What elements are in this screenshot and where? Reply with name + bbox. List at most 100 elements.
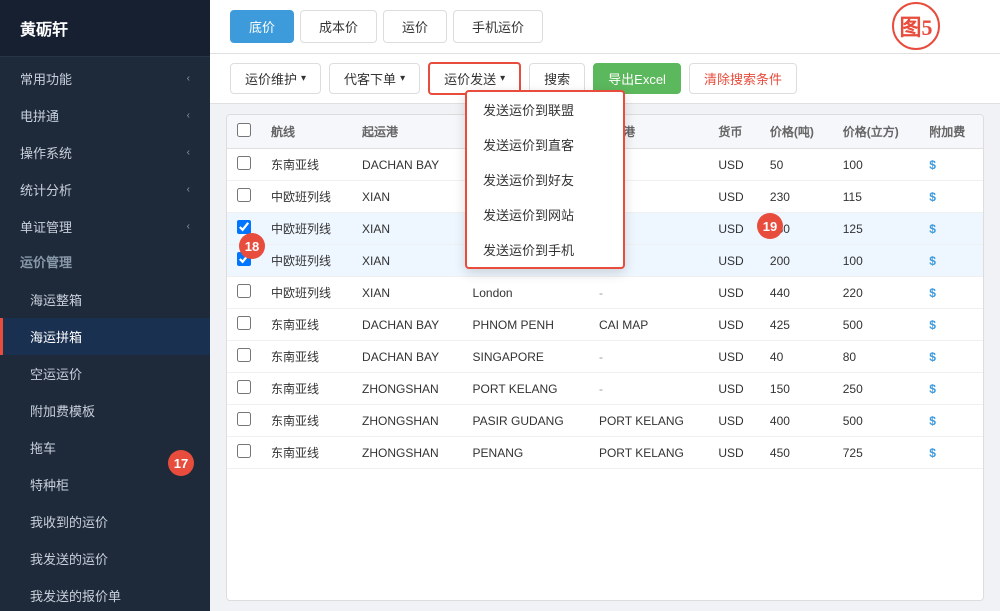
row-checkbox-cell[interactable] [227, 149, 261, 181]
row-checkbox[interactable] [237, 412, 251, 426]
dropdown-arrow-icon: ▾ [301, 73, 306, 84]
row-price-ton: 150 [760, 373, 833, 405]
row-origin: XIAN [352, 213, 463, 245]
row-checkbox-cell[interactable] [227, 437, 261, 469]
col-origin: 起运港 [352, 115, 463, 149]
col-surcharge: 附加费 [919, 115, 983, 149]
row-checkbox[interactable] [237, 220, 251, 234]
row-price-cbm: 80 [833, 341, 919, 373]
row-checkbox-cell[interactable] [227, 341, 261, 373]
row-currency: USD [708, 437, 760, 469]
tab-base[interactable]: 底价 [230, 10, 294, 43]
sidebar-item-air[interactable]: 空运运价 [0, 355, 210, 392]
row-price-cbm: 100 [833, 149, 919, 181]
row-currency: USD [708, 405, 760, 437]
row-checkbox[interactable] [237, 316, 251, 330]
row-checkbox[interactable] [237, 348, 251, 362]
row-origin: DACHAN BAY [352, 149, 463, 181]
dropdown-item-website[interactable]: 发送运价到网站 [467, 197, 623, 232]
maintenance-button[interactable]: 运价维护 ▾ [230, 63, 321, 94]
sidebar-section-freight: 运价管理 [0, 242, 210, 281]
sidebar: 黄砺轩 常用功能 ‹ 电拼通 ‹ 操作系统 ‹ 统计分析 ‹ 单证管理 ‹ 运价… [0, 0, 210, 611]
row-checkbox[interactable] [237, 284, 251, 298]
row-transit: PORT KELANG [589, 437, 708, 469]
row-checkbox[interactable] [237, 380, 251, 394]
sidebar-item-surcharge[interactable]: 附加费模板 [0, 392, 210, 429]
dropdown-arrow-icon: ▾ [500, 73, 505, 84]
row-price-cbm: 125 [833, 213, 919, 245]
sidebar-item-sent[interactable]: 我发送的运价 [0, 540, 210, 577]
row-price-ton: 450 [760, 437, 833, 469]
row-checkbox[interactable] [237, 188, 251, 202]
annotation-bubble-17: 17 [168, 450, 194, 476]
row-price-ton: 50 [760, 149, 833, 181]
sidebar-section-common[interactable]: 常用功能 ‹ [0, 57, 210, 94]
select-all-checkbox[interactable] [237, 123, 251, 137]
row-currency: USD [708, 373, 760, 405]
annotation-bubble-18: 18 [239, 233, 265, 259]
row-transit: - [589, 277, 708, 309]
row-price-ton: 425 [760, 309, 833, 341]
sidebar-section-docs[interactable]: 单证管理 ‹ [0, 205, 210, 242]
col-price-cbm: 价格(立方) [833, 115, 919, 149]
sidebar-section-stats[interactable]: 统计分析 ‹ [0, 168, 210, 205]
row-currency: USD [708, 181, 760, 213]
row-transit: PORT KELANG [589, 405, 708, 437]
row-origin: ZHONGSHAN [352, 373, 463, 405]
row-checkbox[interactable] [237, 156, 251, 170]
sidebar-section-ops[interactable]: 操作系统 ‹ [0, 131, 210, 168]
sidebar-item-sea-full[interactable]: 海运整箱 [0, 281, 210, 318]
row-route: 中欧班列线 [261, 213, 352, 245]
col-price-ton: 价格(吨) [760, 115, 833, 149]
col-route: 航线 [261, 115, 352, 149]
sidebar-logo: 黄砺轩 [0, 0, 210, 57]
row-checkbox[interactable] [237, 444, 251, 458]
row-origin: XIAN [352, 277, 463, 309]
tab-freight[interactable]: 运价 [383, 10, 447, 43]
table-row: 中欧班列线 XIAN London - USD 440 220 $ [227, 277, 983, 309]
row-surcharge: $ [919, 277, 983, 309]
row-surcharge: $ [919, 437, 983, 469]
row-checkbox-cell[interactable] [227, 181, 261, 213]
row-origin: ZHONGSHAN [352, 437, 463, 469]
tab-cost[interactable]: 成本价 [300, 10, 377, 43]
row-price-cbm: 100 [833, 245, 919, 277]
row-checkbox-cell[interactable] [227, 309, 261, 341]
row-price-cbm: 250 [833, 373, 919, 405]
row-origin: XIAN [352, 245, 463, 277]
row-price-cbm: 500 [833, 405, 919, 437]
row-dest: SINGAPORE [463, 341, 589, 373]
tab-mobile[interactable]: 手机运价 [453, 10, 543, 43]
sidebar-item-received[interactable]: 我收到的运价 [0, 503, 210, 540]
row-dest: PHNOM PENH [463, 309, 589, 341]
row-origin: ZHONGSHAN [352, 405, 463, 437]
row-price-ton: 400 [760, 405, 833, 437]
row-origin: DACHAN BAY [352, 341, 463, 373]
row-origin: DACHAN BAY [352, 309, 463, 341]
chevron-icon: ‹ [187, 73, 190, 84]
row-currency: USD [708, 309, 760, 341]
dropdown-arrow-icon: ▾ [400, 73, 405, 84]
row-route: 中欧班列线 [261, 181, 352, 213]
clear-button[interactable]: 清除搜索条件 [689, 63, 797, 94]
sidebar-section-ept[interactable]: 电拼通 ‹ [0, 94, 210, 131]
order-button[interactable]: 代客下单 ▾ [329, 63, 420, 94]
row-surcharge: $ [919, 149, 983, 181]
toolbar: 运价维护 ▾ 代客下单 ▾ 运价发送 ▾ 搜索 导出Excel 清除搜索条件 发… [210, 54, 1000, 104]
row-transit: - [589, 373, 708, 405]
row-route: 东南亚线 [261, 309, 352, 341]
row-route: 东南亚线 [261, 405, 352, 437]
row-checkbox-cell[interactable] [227, 277, 261, 309]
dropdown-item-mobile[interactable]: 发送运价到手机 [467, 232, 623, 267]
sidebar-item-quote[interactable]: 我发送的报价单 [0, 577, 210, 611]
row-checkbox-cell[interactable] [227, 405, 261, 437]
chevron-icon: ‹ [187, 147, 190, 158]
dropdown-item-direct[interactable]: 发送运价到直客 [467, 127, 623, 162]
row-surcharge: $ [919, 405, 983, 437]
row-checkbox-cell[interactable] [227, 373, 261, 405]
row-price-ton: 440 [760, 277, 833, 309]
row-price-cbm: 725 [833, 437, 919, 469]
dropdown-item-friend[interactable]: 发送运价到好友 [467, 162, 623, 197]
dropdown-item-alliance[interactable]: 发送运价到联盟 [467, 92, 623, 127]
sidebar-item-sea-lcl[interactable]: 海运拼箱 [0, 318, 210, 355]
